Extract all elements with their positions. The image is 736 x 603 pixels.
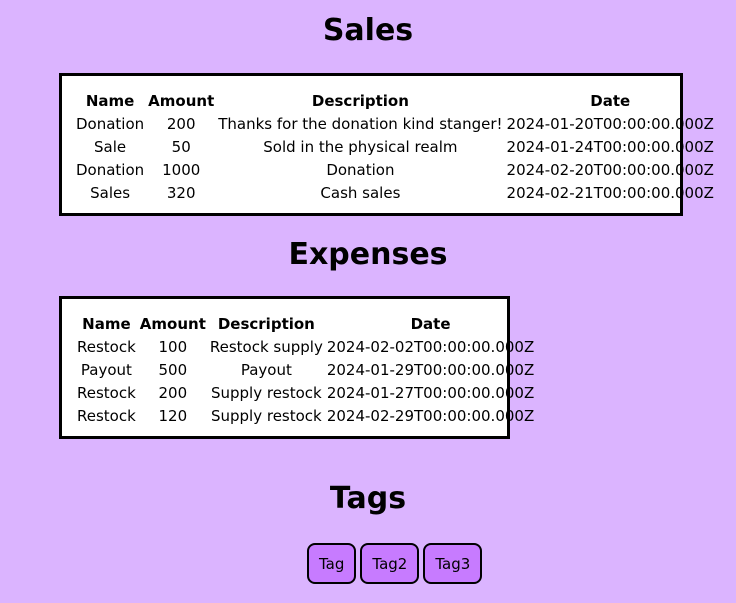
- tag-button[interactable]: Tag: [307, 543, 357, 584]
- expenses-cell-amount: 100: [158, 337, 188, 356]
- sales-cell-name: Sale: [94, 137, 127, 156]
- sales-cell-date: 2024-01-24T00:00:00.000Z: [506, 137, 714, 156]
- expenses-cell-amount: 200: [158, 383, 188, 402]
- expenses-cell-date: 2024-02-29T00:00:00.000Z: [326, 406, 535, 425]
- sales-cell-date: 2024-02-20T00:00:00.000Z: [506, 160, 714, 179]
- sales-cell-amount: 50: [171, 137, 191, 156]
- expenses-cell-description: Supply restock: [210, 383, 322, 402]
- expenses-header-row: Name Amount Description Date: [76, 313, 535, 334]
- expenses-cell-amount: 120: [158, 406, 188, 425]
- sales-cell-date: 2024-02-21T00:00:00.000Z: [506, 183, 714, 202]
- expenses-row: Payout 500 Payout 2024-01-29T00:00:00.00…: [76, 359, 535, 380]
- expenses-table: Name Amount Description Date Restock 100…: [74, 311, 537, 428]
- expenses-cell-name: Restock: [77, 406, 136, 425]
- sales-row: Sales 320 Cash sales 2024-02-21T00:00:00…: [75, 182, 715, 203]
- expenses-row: Restock 120 Supply restock 2024-02-29T00…: [76, 405, 535, 426]
- sales-cell-description: Donation: [326, 160, 395, 179]
- sales-cell-name: Donation: [76, 114, 145, 133]
- sales-title: Sales: [322, 13, 414, 48]
- sales-cell-amount: 200: [166, 114, 196, 133]
- expenses-col-name: Name: [82, 314, 131, 333]
- tag-button[interactable]: Tag3: [423, 543, 483, 584]
- sales-cell-date: 2024-01-20T00:00:00.000Z: [506, 114, 714, 133]
- sales-col-date: Date: [590, 91, 631, 110]
- sales-cell-description: Cash sales: [320, 183, 401, 202]
- tags-title: Tags: [329, 481, 407, 516]
- expenses-cell-name: Restock: [77, 337, 136, 356]
- expenses-cell-date: 2024-01-27T00:00:00.000Z: [326, 383, 535, 402]
- sales-header-row: Name Amount Description Date: [75, 90, 715, 111]
- sales-col-amount: Amount: [148, 91, 215, 110]
- expenses-cell-name: Payout: [80, 360, 132, 379]
- sales-row: Donation 1000 Donation 2024-02-20T00:00:…: [75, 159, 715, 180]
- expenses-row: Restock 100 Restock supply 2024-02-02T00…: [76, 336, 535, 357]
- expenses-cell-date: 2024-01-29T00:00:00.000Z: [326, 360, 535, 379]
- expenses-cell-description: Supply restock: [210, 406, 322, 425]
- sales-cell-amount: 320: [166, 183, 196, 202]
- sales-col-name: Name: [85, 91, 135, 110]
- sales-row: Donation 200 Thanks for the donation kin…: [75, 113, 715, 134]
- sales-cell-name: Donation: [76, 160, 145, 179]
- sales-cell-description: Thanks for the donation kind stanger!: [218, 114, 503, 133]
- sales-table: Name Amount Description Date Donation 20…: [73, 88, 717, 205]
- sales-cell-amount: 1000: [162, 160, 201, 179]
- expenses-row: Restock 200 Supply restock 2024-01-27T00…: [76, 382, 535, 403]
- sales-table-container: Name Amount Description Date Donation 20…: [59, 73, 714, 216]
- sales-row: Sale 50 Sold in the physical realm 2024-…: [75, 136, 715, 157]
- expenses-col-date: Date: [410, 314, 451, 333]
- sales-cell-description: Sold in the physical realm: [263, 137, 458, 156]
- sales-col-description: Description: [311, 91, 409, 110]
- expenses-title: Expenses: [288, 237, 448, 272]
- expenses-cell-amount: 500: [158, 360, 188, 379]
- sales-cell-name: Sales: [90, 183, 131, 202]
- expenses-cell-date: 2024-02-02T00:00:00.000Z: [326, 337, 535, 356]
- tag-button[interactable]: Tag2: [360, 543, 420, 584]
- expenses-cell-description: Payout: [240, 360, 292, 379]
- expenses-table-container: Name Amount Description Date Restock 100…: [59, 296, 534, 439]
- expenses-col-description: Description: [217, 314, 315, 333]
- expenses-cell-name: Restock: [77, 383, 136, 402]
- tag-list: Tag Tag2 Tag3: [307, 543, 483, 584]
- expenses-cell-description: Restock supply: [209, 337, 323, 356]
- expenses-col-amount: Amount: [139, 314, 206, 333]
